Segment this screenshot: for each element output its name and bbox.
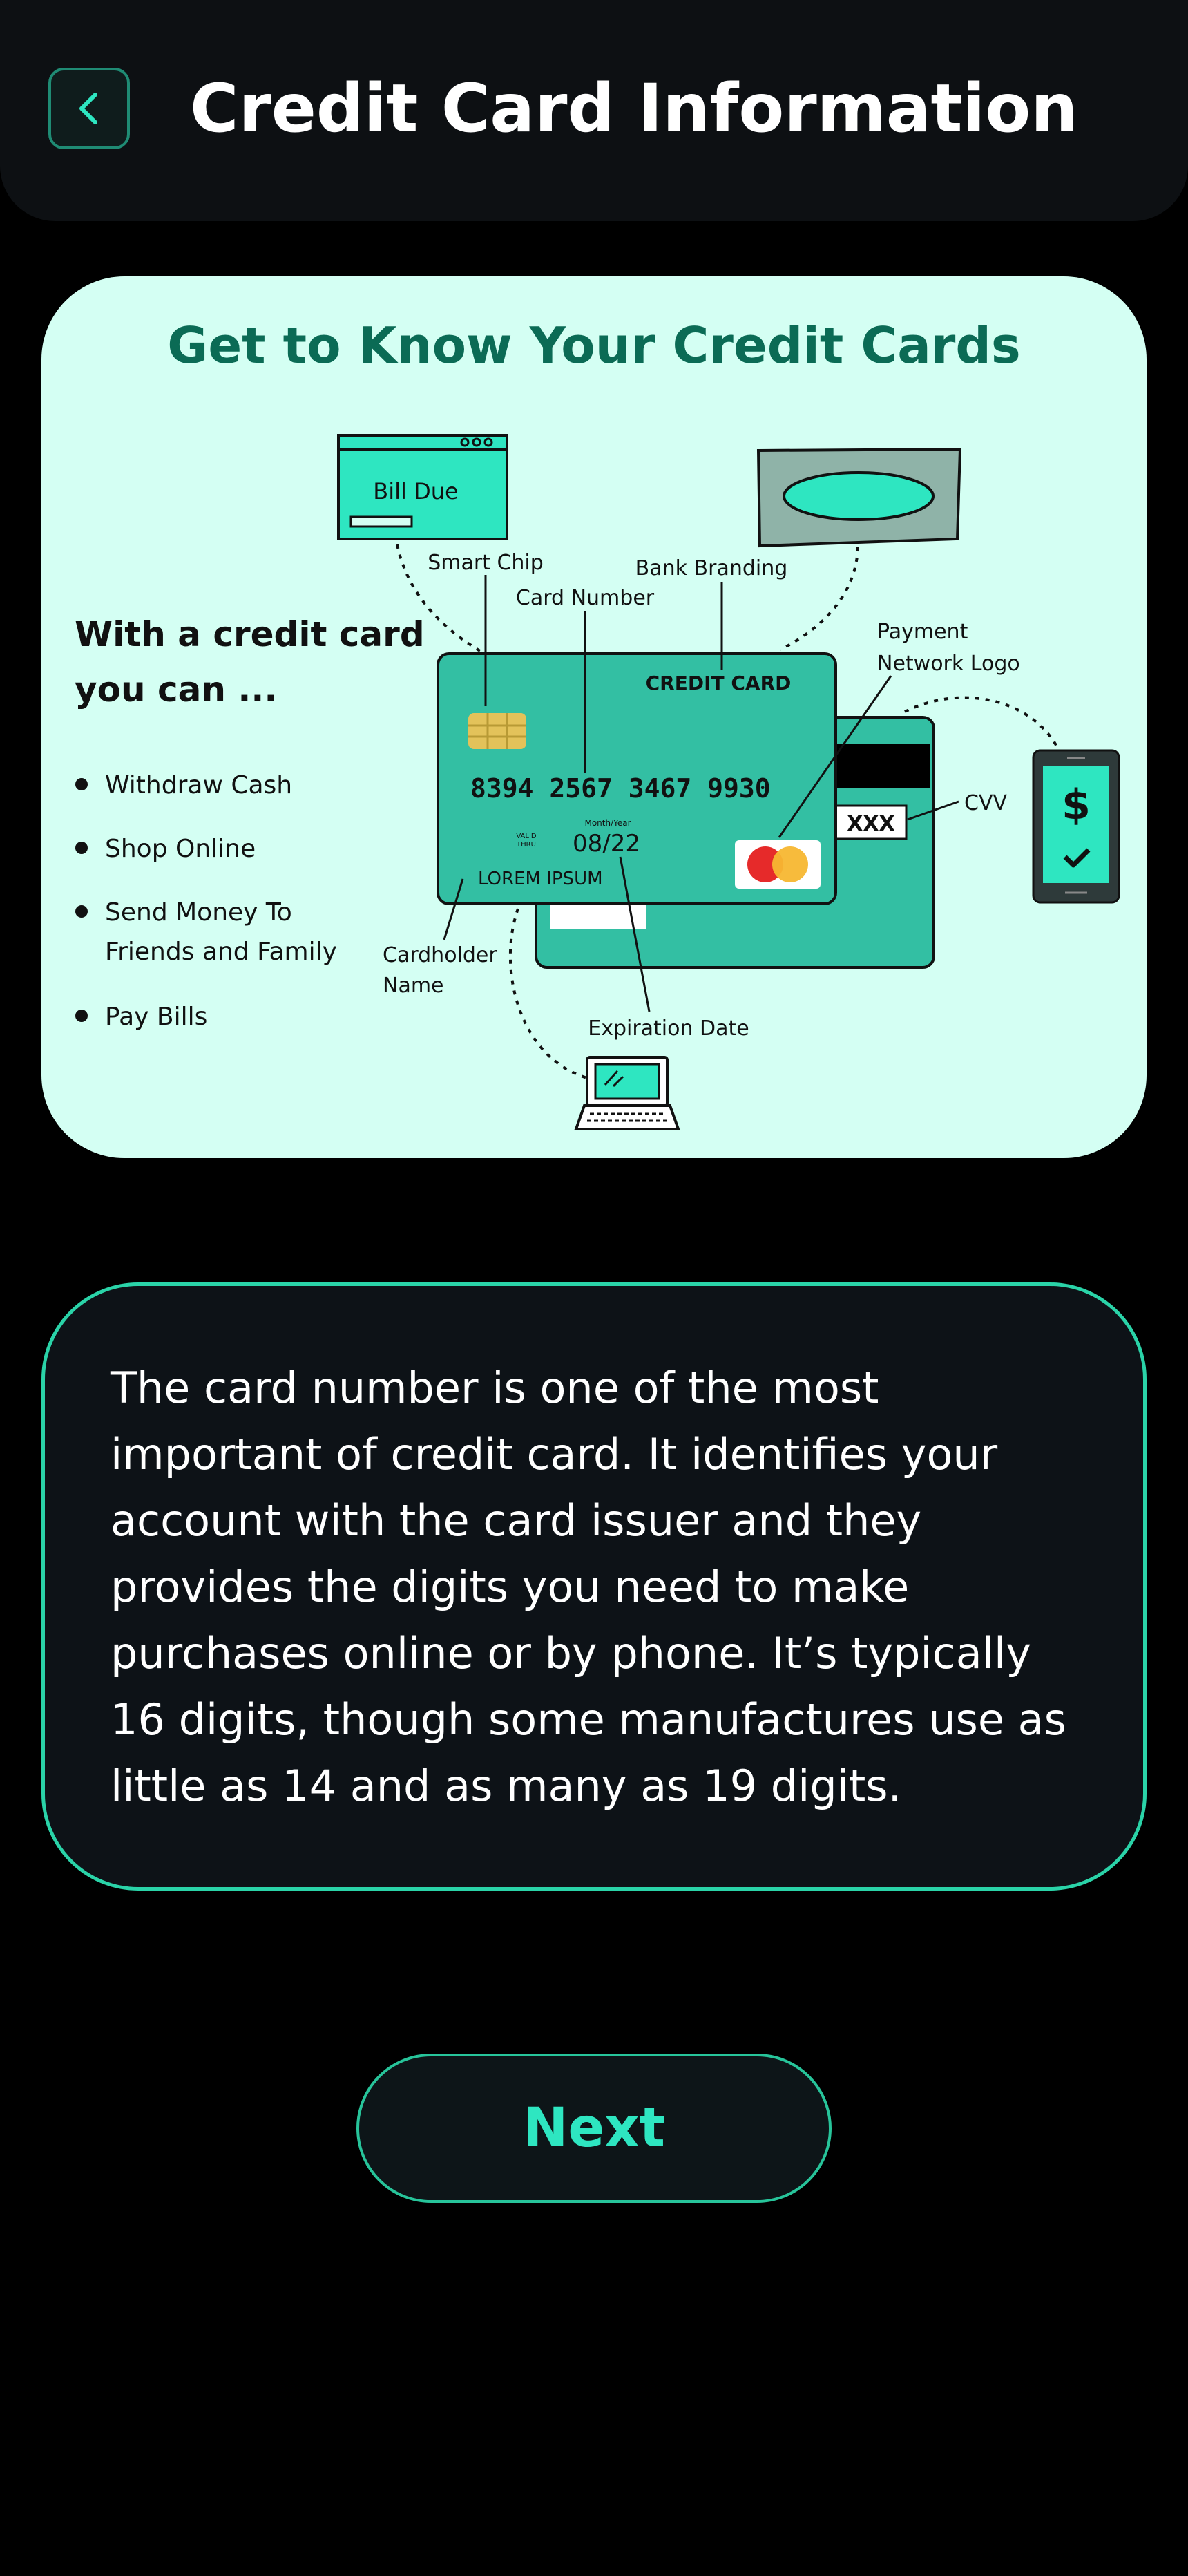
card-title: CREDIT CARD — [646, 672, 792, 694]
label-card-number: Card Number — [516, 586, 655, 610]
infographic-heading: Get to Know Your Credit Cards — [167, 316, 1021, 375]
description-line: important of credit card. It identifies … — [111, 1429, 998, 1479]
label-bank-branding: Bank Branding — [635, 556, 788, 580]
description-line: purchases online or by phone. It’s typic… — [111, 1628, 1031, 1678]
label-payment-network-line-2: Network Logo — [877, 652, 1020, 676]
cvv-value: XXX — [847, 812, 894, 836]
label-cardholder-line-1: Cardholder — [383, 943, 497, 967]
label-smart-chip: Smart Chip — [428, 551, 544, 575]
chevron-left-icon — [79, 93, 97, 124]
description-line: The card number is one of the most — [111, 1363, 879, 1413]
subheading-line-2: you can ... — [75, 670, 277, 710]
page-title: Credit Card Information — [190, 70, 1078, 147]
bullet-send-money-line-1: Send Money To — [105, 898, 292, 927]
bullet-dot — [75, 778, 88, 790]
bill-due-label: Bill Due — [373, 478, 458, 504]
label-cardholder-line-2: Name — [383, 974, 444, 998]
bullet-list: Withdraw Cash Shop Online Send Money To … — [75, 771, 337, 1031]
banknote-icon — [756, 447, 962, 548]
bullet-pay-bills: Pay Bills — [105, 1003, 207, 1031]
subheading-line-1: With a credit card — [75, 614, 425, 654]
label-expiration-date: Expiration Date — [588, 1016, 749, 1041]
description-line: provides the digits you need to make — [111, 1562, 910, 1612]
description-line: account with the card issuer and they — [111, 1495, 922, 1546]
infographic-illustration: Get to Know Your Credit Cards With a cre… — [75, 316, 1120, 1130]
bullet-dot — [75, 842, 88, 854]
credit-card-infographic: Get to Know Your Credit Cards With a cre… — [41, 276, 1147, 1158]
description-line: 16 digits, though some manufactures use … — [111, 1694, 1066, 1745]
laptop-icon — [574, 1056, 680, 1130]
month-year-label: Month/Year — [584, 818, 631, 828]
bullet-send-money-line-2: Friends and Family — [105, 938, 337, 966]
bullet-shop-online: Shop Online — [105, 835, 256, 863]
expiry-value: 08/22 — [573, 830, 640, 858]
valid-thru-line-2: THRU — [516, 841, 536, 849]
next-button[interactable]: Next — [356, 2054, 832, 2203]
card-number: 8394 2567 3467 9930 — [470, 773, 771, 804]
description-line: little as 14 and as many as 19 digits. — [111, 1761, 902, 1811]
cardholder-value: LOREM IPSUM — [478, 869, 603, 889]
valid-thru-line-1: VALID — [516, 833, 537, 840]
bullet-dot — [75, 1010, 88, 1022]
dollar-symbol: $ — [1062, 781, 1091, 829]
bullet-withdraw-cash: Withdraw Cash — [105, 771, 292, 799]
header-bar: Credit Card Information — [0, 0, 1188, 221]
label-cvv: CVV — [964, 791, 1007, 815]
description-text: The card number is one of the most impor… — [111, 1355, 1081, 1819]
label-payment-network-line-1: Payment — [877, 620, 968, 644]
back-button[interactable] — [48, 68, 130, 149]
bullet-dot — [75, 905, 88, 918]
description-box: The card number is one of the most impor… — [41, 1282, 1147, 1891]
